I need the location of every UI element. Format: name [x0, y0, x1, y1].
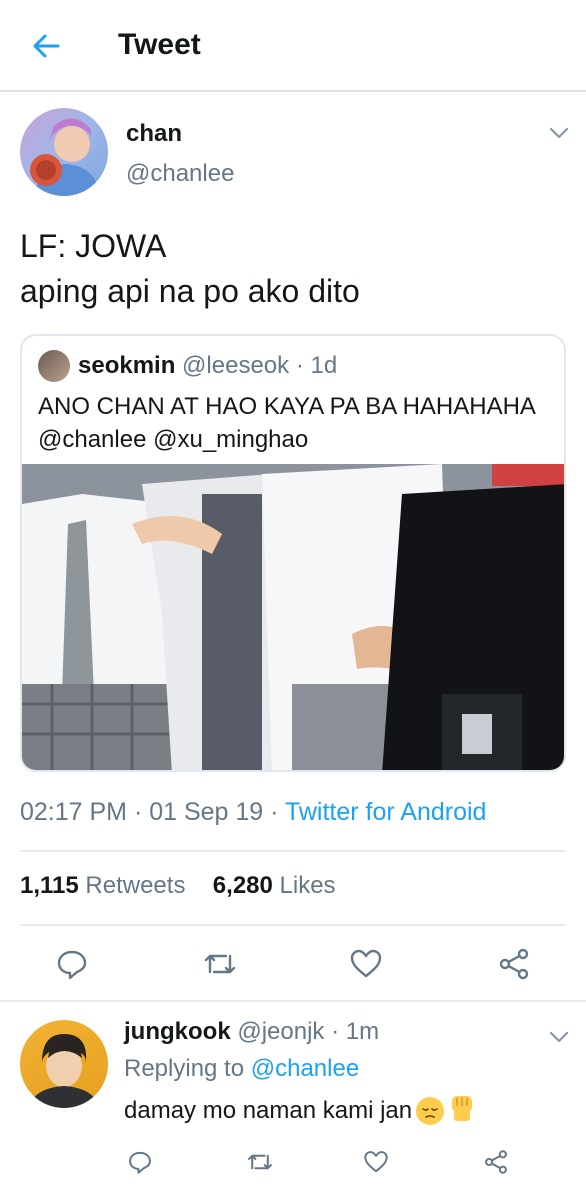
retweet-count[interactable]: 1,115: [20, 872, 79, 899]
top-bar: Tweet: [0, 0, 586, 92]
tweet-text-line: LF: JOWA: [20, 228, 167, 264]
retweet-label[interactable]: Retweets: [85, 872, 185, 899]
raised-fist-emoji-icon: [448, 1092, 476, 1129]
arrow-left-icon: [33, 34, 60, 58]
tweet-stats: 1,115 Retweets 6,280 Likes: [20, 872, 336, 900]
reply-header: jungkook @jeonjk · 1m: [124, 1018, 379, 1046]
author-avatar[interactable]: [20, 108, 108, 196]
reply-text: damay mo naman kami jan: [124, 1092, 476, 1129]
share-icon: [485, 1150, 507, 1174]
retweet-button[interactable]: [200, 944, 240, 984]
share-button[interactable]: [494, 944, 534, 984]
quoted-avatar: [38, 350, 70, 382]
author-handle[interactable]: @chanlee: [126, 160, 234, 188]
divider: [0, 1000, 586, 1002]
quoted-header: seokmin @leeseok · 1d: [78, 352, 337, 380]
like-count[interactable]: 6,280: [213, 872, 273, 899]
heart-icon: [350, 949, 382, 978]
reply-author-avatar[interactable]: [20, 1020, 108, 1108]
tweet-time: 02:17 PM · 01 Sep 19 ·: [20, 798, 285, 826]
quoted-time: · 1d: [295, 352, 338, 379]
quoted-media-image[interactable]: [22, 464, 564, 770]
reply-reply-button[interactable]: [124, 1146, 156, 1178]
divider: [20, 850, 566, 852]
share-icon: [499, 948, 529, 980]
reply-time: · 1m: [331, 1018, 380, 1045]
reply-share-button[interactable]: [480, 1146, 512, 1178]
reply-like-button[interactable]: [360, 1146, 392, 1178]
tweet-source-link[interactable]: Twitter for Android: [285, 798, 486, 826]
quoted-tweet[interactable]: seokmin @leeseok · 1d ANO CHAN AT HAO KA…: [20, 334, 566, 772]
retweet-icon: [204, 954, 236, 974]
reply-button[interactable]: [52, 944, 92, 984]
heart-icon: [364, 1151, 388, 1173]
tweet-text-line: aping api na po ako dito: [20, 273, 360, 309]
reply-text-content: damay mo naman kami jan: [124, 1096, 413, 1124]
reply-author-handle[interactable]: @jeonjk: [237, 1018, 324, 1045]
page-title: Tweet: [118, 28, 201, 61]
comment-icon: [129, 1151, 151, 1174]
replying-to: Replying to @chanlee: [124, 1055, 359, 1083]
reply-retweet-button[interactable]: [244, 1146, 276, 1178]
author-name[interactable]: chan: [126, 120, 182, 148]
retweet-icon: [248, 1154, 272, 1170]
replying-to-label: Replying to: [124, 1055, 245, 1082]
like-button[interactable]: [346, 944, 386, 984]
comment-icon: [57, 950, 87, 980]
like-label[interactable]: Likes: [280, 872, 336, 899]
reply-author-name[interactable]: jungkook: [124, 1018, 231, 1045]
quoted-text: ANO CHAN AT HAO KAYA PA BA HAHAHAHA @cha…: [38, 393, 535, 453]
tweet-text: LF: JOWA aping api na po ako dito: [20, 224, 360, 314]
replying-to-mention[interactable]: @chanlee: [251, 1055, 359, 1082]
tweet-timestamp: 02:17 PM · 01 Sep 19 · Twitter for Andro…: [20, 798, 486, 827]
chevron-down-icon[interactable]: [548, 1026, 570, 1048]
quoted-handle: @leeseok: [182, 352, 290, 379]
quoted-name: seokmin: [78, 352, 176, 379]
pensive-face-emoji-icon: [416, 1096, 445, 1125]
chevron-down-icon[interactable]: [548, 122, 570, 144]
back-button[interactable]: [28, 28, 64, 64]
divider: [20, 924, 566, 926]
